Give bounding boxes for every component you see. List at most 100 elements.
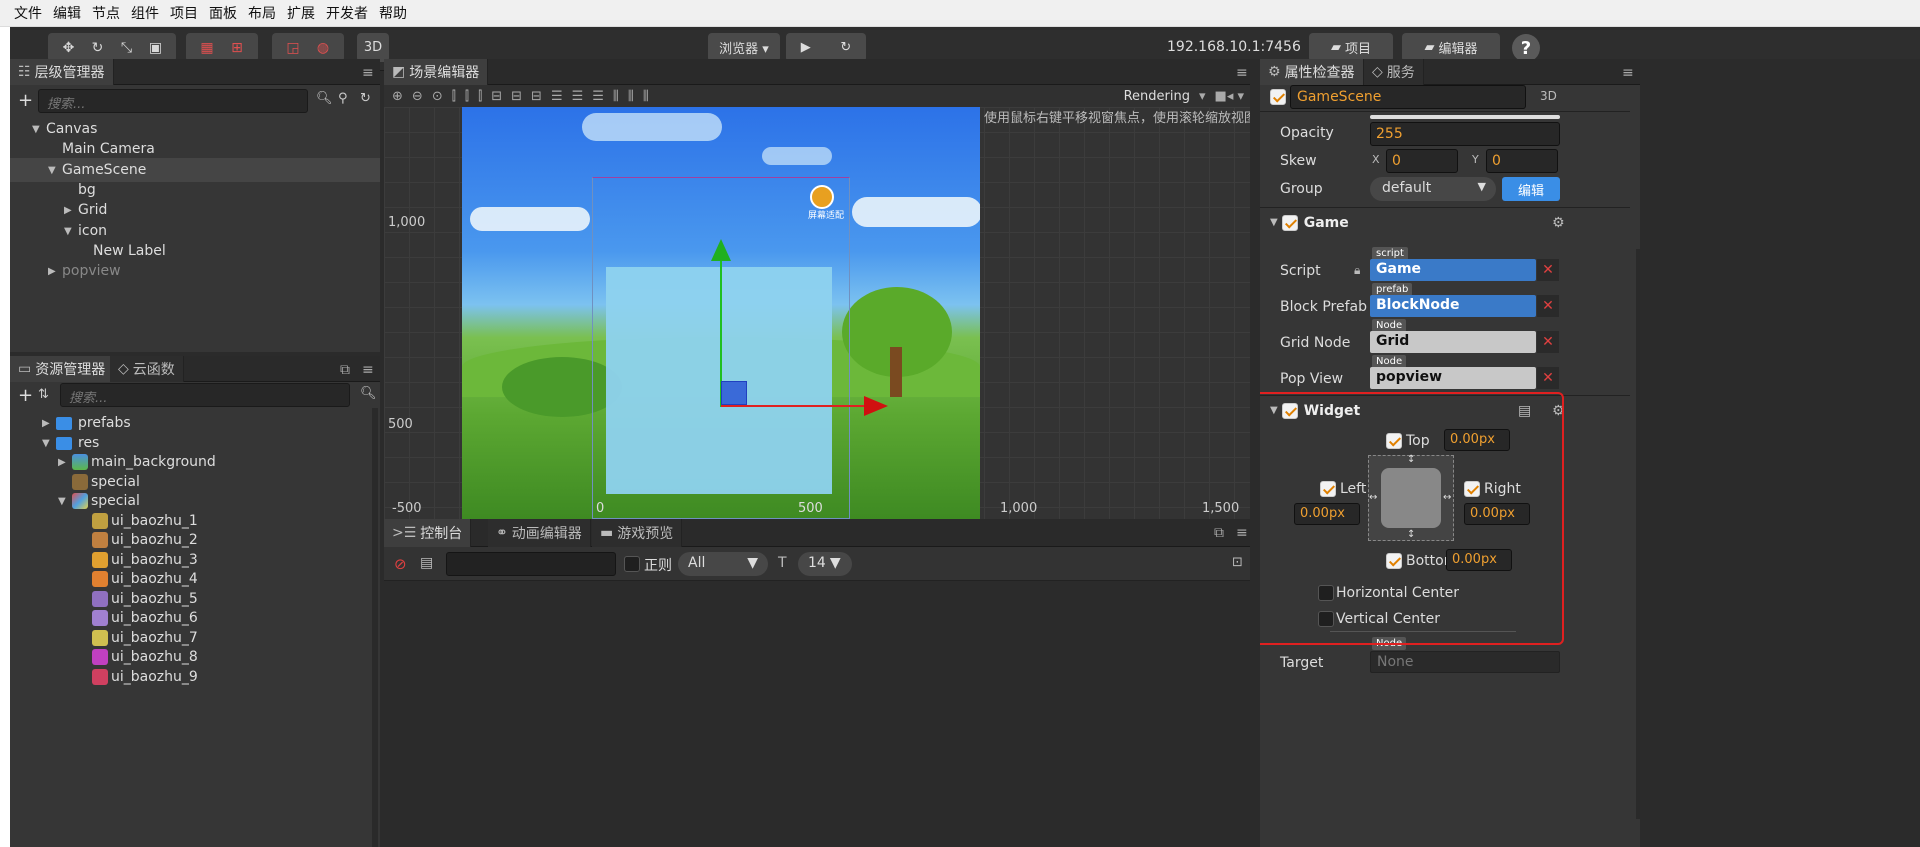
tree-node-popview[interactable]: ▶ popview <box>48 259 121 283</box>
tab-game-preview[interactable]: ▬ 游戏预览 <box>592 519 683 547</box>
move-tool-icon[interactable]: ✥ <box>56 37 82 59</box>
align-center-icon[interactable]: ⫿ <box>465 89 469 104</box>
gizmo-x-arrow-icon[interactable] <box>864 396 888 416</box>
project-button[interactable]: ▰ 项目 <box>1309 33 1393 62</box>
menu-extension[interactable]: 扩展 <box>281 3 320 23</box>
group-edit-button[interactable]: 编辑 <box>1502 177 1560 201</box>
tab-animation-editor[interactable]: ⚭ 动画编辑器 <box>488 519 591 547</box>
panel-menu-icon[interactable]: ≡ <box>362 362 374 378</box>
block-prefab-field[interactable]: BlockNode <box>1370 295 1536 317</box>
distribute-top-icon[interactable]: ☰ <box>551 89 563 104</box>
asset-folder-prefabs[interactable]: ▶ prefabs <box>42 412 131 434</box>
play-icon[interactable]: ▶ <box>801 40 811 55</box>
dropdown-icon[interactable]: ▾ <box>1199 89 1206 104</box>
collapse-icon[interactable]: ▶ <box>64 205 78 216</box>
asset-sprite[interactable]: ui_baozhu_6 <box>92 607 198 629</box>
target-field[interactable]: None <box>1370 651 1560 673</box>
script-field[interactable]: Game <box>1370 259 1536 281</box>
skew-x-input[interactable]: 0 <box>1386 149 1458 173</box>
zoom-out-icon[interactable]: ⊖ <box>412 89 423 104</box>
gizmo-y-arrow-icon[interactable] <box>711 239 731 261</box>
distribute-right-icon[interactable]: ⫼ <box>643 89 649 104</box>
console-filter-input[interactable] <box>446 552 616 576</box>
snap-icon[interactable]: ◲ <box>280 37 306 59</box>
asset-sprite[interactable]: ui_baozhu_9 <box>92 666 198 688</box>
collapse-icon[interactable]: ▶ <box>48 266 62 277</box>
align-middle-icon[interactable]: ⊟ <box>511 89 522 104</box>
rendering-select[interactable]: Rendering <box>1124 89 1190 104</box>
browser-select[interactable]: 浏览器 ▾ <box>708 33 780 62</box>
rect-tool-icon[interactable]: ▣ <box>143 37 169 59</box>
menu-developer[interactable]: 开发者 <box>320 3 373 23</box>
log-level-select[interactable]: All ▼ <box>678 552 768 576</box>
asset-sprite[interactable]: ui_baozhu_8 <box>92 646 198 668</box>
tree-node-gamescene[interactable]: ▼ GameScene <box>10 158 380 182</box>
clear-script-icon[interactable]: ✕ <box>1537 259 1559 281</box>
menu-help[interactable]: 帮助 <box>373 3 412 23</box>
align-bottom-icon[interactable]: ⊟ <box>531 89 542 104</box>
assets-search-input[interactable]: 搜索... <box>60 383 350 407</box>
zoom-reset-icon[interactable]: ⊙ <box>432 89 443 104</box>
gizmo-x-axis[interactable] <box>721 405 866 407</box>
expand-icon[interactable]: ▼ <box>48 165 62 176</box>
regex-checkbox[interactable] <box>624 556 640 572</box>
popout-icon[interactable]: ⧉ <box>340 362 350 378</box>
log-file-icon[interactable]: ▤ <box>420 555 433 571</box>
tab-assets[interactable]: ▭ 资源管理器 <box>10 356 115 382</box>
tab-hierarchy[interactable]: ☷ 层级管理器 <box>10 59 114 85</box>
slider-track[interactable] <box>1370 115 1560 119</box>
add-asset-icon[interactable]: + <box>18 385 33 406</box>
panel-menu-icon[interactable]: ≡ <box>1236 65 1248 81</box>
asset-sprite[interactable]: ui_baozhu_2 <box>92 529 198 551</box>
tab-cloud-functions[interactable]: ◇ 云函数 <box>110 356 184 382</box>
opacity-input[interactable]: 255 <box>1370 122 1560 146</box>
asset-sprite[interactable]: ui_baozhu_4 <box>92 568 198 590</box>
skew-y-input[interactable]: 0 <box>1486 149 1558 173</box>
menu-component[interactable]: 组件 <box>125 3 164 23</box>
expand-icon[interactable]: ▼ <box>32 124 46 135</box>
hierarchy-search-input[interactable]: 搜索... <box>38 89 308 113</box>
tab-inspector[interactable]: ⚙ 属性检查器 <box>1260 59 1364 85</box>
align-left-icon[interactable]: ⫿ <box>452 89 456 104</box>
menu-file[interactable]: 文件 <box>8 3 47 23</box>
world-icon[interactable]: ◍ <box>310 37 336 59</box>
locate-icon[interactable]: ⚲ <box>338 91 348 106</box>
pop-view-field[interactable]: popview <box>1370 367 1536 389</box>
tab-service[interactable]: ◇ 服务 <box>1364 59 1424 85</box>
clear-icon[interactable]: ⊘ <box>394 555 407 573</box>
game-enabled-checkbox[interactable] <box>1281 214 1298 231</box>
collapse-icon[interactable]: ⊡ <box>1232 555 1243 570</box>
asset-main-background[interactable]: ▶ main_background <box>58 451 216 473</box>
anchor-icon[interactable]: ⊞ <box>224 37 250 59</box>
tab-console[interactable]: >☰ 控制台 <box>384 519 472 547</box>
align-top-icon[interactable]: ⊟ <box>491 89 502 104</box>
align-right-icon[interactable]: ⫿ <box>478 89 482 104</box>
expand-icon[interactable]: ▼ <box>64 226 78 237</box>
refresh-tree-icon[interactable]: ↻ <box>360 91 371 106</box>
popview-rect[interactable] <box>606 267 832 494</box>
zoom-in-icon[interactable]: ⊕ <box>392 89 403 104</box>
clear-pop-view-icon[interactable]: ✕ <box>1537 367 1559 389</box>
node-active-checkbox[interactable] <box>1270 89 1286 105</box>
search-icon[interactable]: 🔍︎ <box>360 386 377 401</box>
menu-panel[interactable]: 面板 <box>203 3 242 23</box>
distribute-bottom-icon[interactable]: ☰ <box>592 89 604 104</box>
menu-layout[interactable]: 布局 <box>242 3 281 23</box>
mode-3d-button[interactable]: 3D <box>357 33 389 62</box>
panel-menu-icon[interactable]: ≡ <box>1622 65 1634 81</box>
distribute-middle-icon[interactable]: ☰ <box>572 89 584 104</box>
distribute-left-icon[interactable]: ⫼ <box>613 89 619 104</box>
scene-viewport[interactable]: 1,000 500 -500 0 500 1,000 1,500 使用鼠标右键平… <box>384 107 1256 519</box>
refresh-icon[interactable]: ↻ <box>840 40 851 55</box>
menu-node[interactable]: 节点 <box>86 3 125 23</box>
sort-icon[interactable]: ⇅ <box>38 387 49 402</box>
menu-project[interactable]: 项目 <box>164 3 203 23</box>
clear-block-prefab-icon[interactable]: ✕ <box>1537 295 1559 317</box>
editor-button[interactable]: ▰ 编辑器 <box>1402 33 1500 62</box>
clear-grid-node-icon[interactable]: ✕ <box>1537 331 1559 353</box>
settings-gear-icon[interactable]: ⚙ <box>1552 215 1565 231</box>
group-select[interactable]: default ▼ <box>1370 177 1496 201</box>
inspector-scrollbar[interactable] <box>1636 249 1640 819</box>
menu-edit[interactable]: 编辑 <box>47 3 86 23</box>
node-name-input[interactable]: GameScene <box>1290 85 1526 109</box>
